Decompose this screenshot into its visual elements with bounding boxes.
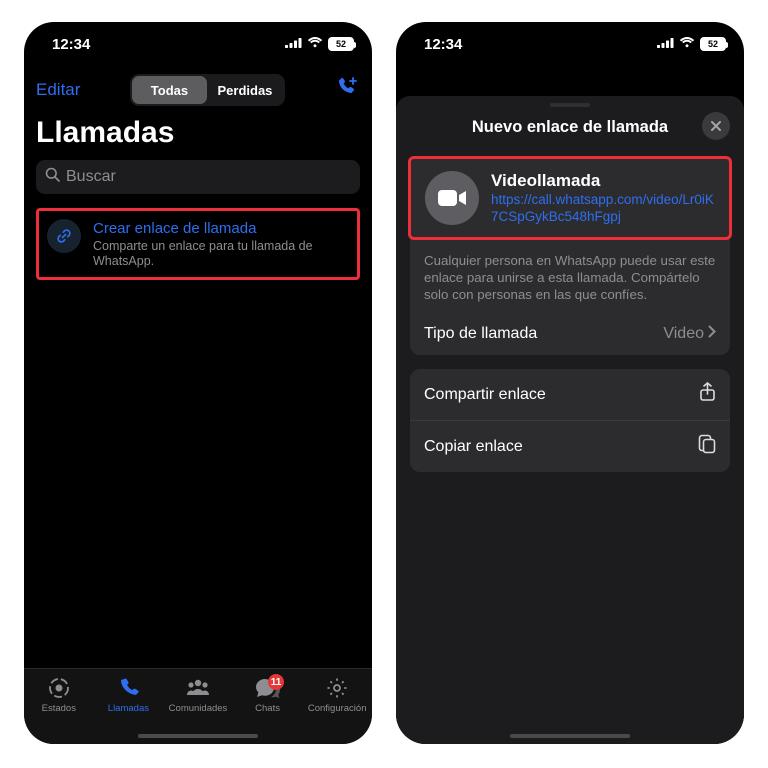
call-link-card: Videollamada https://call.whatsapp.com/v… — [410, 156, 730, 355]
link-description: Cualquier persona en WhatsApp puede usar… — [410, 240, 730, 313]
new-call-button[interactable] — [334, 77, 360, 104]
share-link-button[interactable]: Compartir enlace — [410, 369, 730, 420]
call-type-row[interactable]: Tipo de llamada Video — [410, 313, 730, 355]
copy-link-button[interactable]: Copiar enlace — [410, 420, 730, 472]
call-type-label: Tipo de llamada — [424, 325, 537, 343]
tab-states[interactable]: Estados — [24, 675, 94, 744]
video-call-link-row[interactable]: Videollamada https://call.whatsapp.com/v… — [408, 156, 732, 240]
battery-indicator: 52 — [328, 37, 354, 51]
chats-badge: 11 — [268, 674, 285, 690]
signal-icon — [657, 35, 674, 53]
status-indicators: 52 — [657, 35, 726, 53]
segment-missed[interactable]: Perdidas — [207, 76, 283, 104]
edit-button[interactable]: Editar — [36, 80, 80, 100]
gear-icon — [325, 675, 349, 701]
share-icon — [699, 382, 716, 407]
phone-icon — [116, 675, 140, 701]
create-link-title: Crear enlace de llamada — [93, 219, 349, 238]
clock: 12:34 — [52, 36, 90, 53]
tab-bar: Estados Llamadas Comunidades 11 Chats — [24, 668, 372, 744]
wifi-icon — [307, 35, 323, 53]
video-icon — [425, 171, 479, 225]
close-icon — [710, 120, 722, 132]
clock: 12:34 — [424, 36, 462, 53]
create-link-subtitle: Comparte un enlace para tu llamada de Wh… — [93, 239, 349, 269]
chevron-right-icon — [708, 325, 716, 343]
sheet-title: Nuevo enlace de llamada — [472, 118, 668, 137]
link-icon — [47, 219, 81, 253]
communities-icon — [185, 675, 211, 701]
tab-settings[interactable]: Configuración — [302, 675, 372, 744]
search-input[interactable]: Buscar — [36, 160, 360, 194]
create-link-text: Crear enlace de llamada Comparte un enla… — [93, 219, 349, 269]
copy-icon — [698, 434, 716, 459]
video-call-label: Videollamada — [491, 171, 715, 191]
video-call-url: https://call.whatsapp.com/video/Lr0iK7CS… — [491, 191, 715, 225]
home-indicator — [138, 734, 258, 738]
page-title: Llamadas — [24, 112, 372, 160]
calls-header: Editar Todas Perdidas — [24, 66, 372, 112]
phone-left-calls-screen: 12:34 52 Editar Todas Perdidas Llamadas — [24, 22, 372, 744]
signal-icon — [285, 35, 302, 53]
battery-indicator: 52 — [700, 37, 726, 51]
new-call-link-sheet: Nuevo enlace de llamada Videollamada htt… — [396, 96, 744, 744]
status-bar: 12:34 52 — [24, 22, 372, 66]
phone-right-new-link-sheet: 12:34 52 Nuevo enlace de llamada — [396, 22, 744, 744]
close-button[interactable] — [702, 112, 730, 140]
call-type-value: Video — [663, 325, 704, 343]
create-call-link-row[interactable]: Crear enlace de llamada Comparte un enla… — [36, 208, 360, 280]
search-icon — [45, 167, 60, 187]
search-placeholder: Buscar — [66, 168, 116, 186]
status-indicators: 52 — [285, 35, 354, 53]
link-actions: Compartir enlace Copiar enlace — [410, 369, 730, 472]
status-bar: 12:34 52 — [396, 22, 744, 66]
sheet-grabber[interactable] — [550, 103, 590, 107]
segmented-control[interactable]: Todas Perdidas — [130, 74, 285, 106]
segment-all[interactable]: Todas — [132, 76, 208, 104]
wifi-icon — [679, 35, 695, 53]
home-indicator — [510, 734, 630, 738]
status-circle-icon — [47, 675, 71, 701]
